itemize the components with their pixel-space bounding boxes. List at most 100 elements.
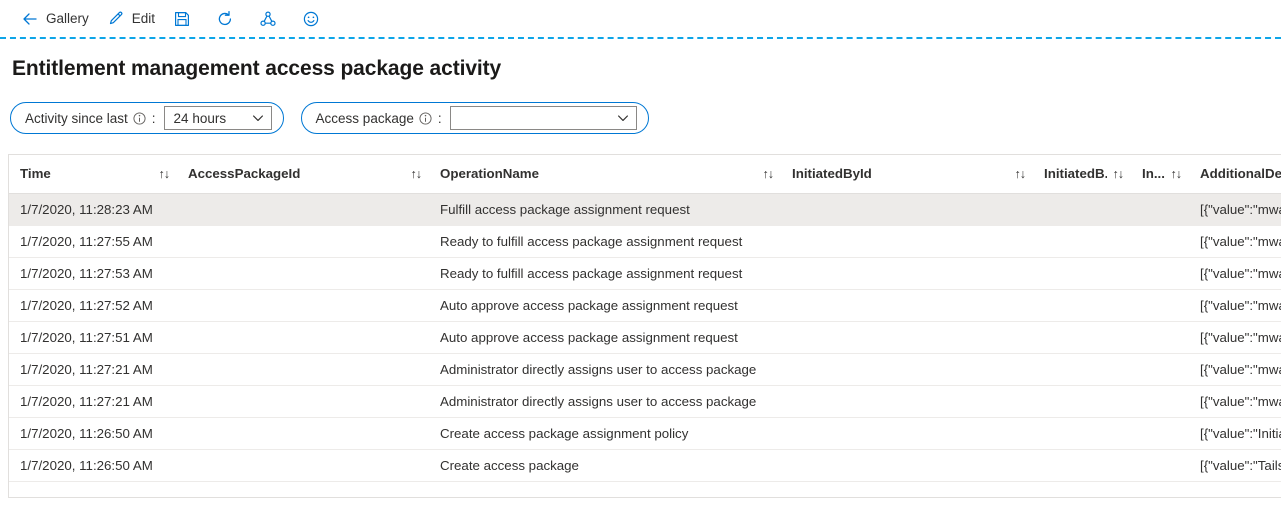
table-row[interactable]: 1/7/2020, 11:27:53 AMReady to fulfill ac… (9, 257, 1281, 289)
cell-in (1131, 353, 1189, 385)
chevron-down-icon (251, 111, 265, 125)
table-row[interactable]: 1/7/2020, 11:27:52 AM Auto approve access… (9, 289, 1281, 321)
table-row[interactable]: 1/7/2020, 11:28:23 AM Fulfill access pack… (9, 193, 1281, 225)
cell-opname: Ready to fulfill access package assignme… (429, 257, 781, 289)
cell-time: 1/7/2020, 11:27:21 AM (9, 353, 177, 385)
sort-icon[interactable]: ↑↓ (1171, 167, 1182, 181)
cell-opname: Create access package assignment policy (429, 417, 781, 449)
access-package-label: Access package (316, 111, 414, 126)
filter-activity-since-last[interactable]: Activity since last : 24 hours (10, 102, 284, 134)
cell-addl: [{"value":"mwah (1189, 257, 1281, 289)
activity-since-last-dropdown[interactable]: 24 hours (164, 106, 272, 130)
info-icon[interactable] (133, 112, 146, 125)
cell-initb2 (1033, 449, 1131, 481)
sort-icon[interactable]: ↑↓ (159, 167, 170, 181)
refresh-button[interactable] (207, 3, 250, 35)
cell-initb2 (1033, 193, 1131, 225)
cell-in (1131, 257, 1189, 289)
column-header-operationname[interactable]: OperationName ↑↓ (429, 155, 781, 193)
cell-initby (781, 417, 1033, 449)
sort-icon[interactable]: ↑↓ (1015, 167, 1026, 181)
gallery-label: Gallery (46, 12, 89, 26)
cell-initby (781, 225, 1033, 257)
feedback-button[interactable] (293, 3, 336, 35)
activity-table-container: Time ↑↓ AccessPackageId ↑↓ OperationName… (8, 154, 1281, 498)
table-row[interactable]: 1/7/2020, 11:27:55 AM Ready to fulfill ac… (9, 225, 1281, 257)
filter-bar: Activity since last : 24 hours Access pa… (0, 81, 1281, 134)
cell-opname: Auto approve access package assignment r… (429, 289, 781, 321)
cell-addl: [{"value":"Initial (1189, 417, 1281, 449)
filter-access-package[interactable]: Access package : (301, 102, 649, 134)
share-button[interactable] (250, 3, 293, 35)
cell-initb2 (1033, 321, 1131, 353)
cell-initb2 (1033, 257, 1131, 289)
table-row[interactable]: 1/7/2020, 11:26:50 AMCreate access packa… (9, 417, 1281, 449)
column-header-initiatedb-truncated-label: InitiatedB... (1044, 166, 1107, 181)
cell-apid (177, 417, 429, 449)
cell-in (1131, 321, 1189, 353)
sort-icon[interactable]: ↑↓ (763, 167, 774, 181)
cell-apid (177, 385, 429, 417)
gallery-back-button[interactable]: Gallery (12, 3, 98, 35)
edit-label: Edit (132, 12, 155, 26)
column-header-accesspackageid[interactable]: AccessPackageId ↑↓ (177, 155, 429, 193)
cell-in (1131, 193, 1189, 225)
cell-time: 1/7/2020, 11:28:23 AM (9, 193, 177, 225)
cell-initby (781, 289, 1033, 321)
column-header-time-label: Time (20, 166, 51, 181)
info-icon[interactable] (419, 112, 432, 125)
column-header-additionaldetails-label: AdditionalDeta (1200, 166, 1281, 181)
cell-in (1131, 449, 1189, 481)
share-icon (259, 10, 277, 28)
cell-opname: Administrator directly assigns user to a… (429, 353, 781, 385)
column-header-accesspackageid-label: AccessPackageId (188, 166, 300, 181)
cell-apid (177, 289, 429, 321)
table-body: 1/7/2020, 11:28:23 AM Fulfill access pack… (9, 193, 1281, 481)
cell-opname: Fulfill access package assignment reques… (429, 193, 781, 225)
access-package-dropdown[interactable] (450, 106, 637, 130)
column-header-time[interactable]: Time ↑↓ (9, 155, 177, 193)
column-header-initiatedbyid-label: InitiatedById (792, 166, 872, 181)
pencil-icon (107, 10, 125, 28)
save-button[interactable] (164, 3, 207, 35)
table-header-row: Time ↑↓ AccessPackageId ↑↓ OperationName… (9, 155, 1281, 193)
cell-initby (781, 321, 1033, 353)
sort-icon[interactable]: ↑↓ (1113, 167, 1124, 181)
table-row[interactable]: 1/7/2020, 11:27:21 AM Administrator direc… (9, 353, 1281, 385)
column-header-in-truncated[interactable]: In... ↑↓ (1131, 155, 1189, 193)
cell-initby (781, 449, 1033, 481)
cell-apid (177, 353, 429, 385)
table-row[interactable]: 1/7/2020, 11:27:51 AMAuto approve access… (9, 321, 1281, 353)
feedback-smiley-icon (302, 10, 320, 28)
column-header-initiatedbyid[interactable]: InitiatedById ↑↓ (781, 155, 1033, 193)
cell-time: 1/7/2020, 11:27:21 AM (9, 385, 177, 417)
table-row[interactable]: 1/7/2020, 11:27:21 AM Administrator direc… (9, 385, 1281, 417)
column-header-operationname-label: OperationName (440, 166, 539, 181)
cell-addl: [{"value":"mwah (1189, 385, 1281, 417)
cell-opname: Ready to fulfill access package assignme… (429, 225, 781, 257)
cell-apid (177, 321, 429, 353)
cell-in (1131, 385, 1189, 417)
column-header-additionaldetails[interactable]: AdditionalDeta (1189, 155, 1281, 193)
cell-initby (781, 193, 1033, 225)
activity-since-last-label: Activity since last (25, 111, 128, 126)
cell-addl: [{"value":"mwah (1189, 353, 1281, 385)
cell-apid (177, 449, 429, 481)
cell-time: 1/7/2020, 11:27:52 AM (9, 289, 177, 321)
sort-icon[interactable]: ↑↓ (411, 167, 422, 181)
chevron-down-icon (616, 111, 630, 125)
cell-opname: Administrator directly assigns user to a… (429, 385, 781, 417)
access-package-colon: : (438, 111, 442, 126)
column-header-initiatedb-truncated[interactable]: InitiatedB... ↑↓ (1033, 155, 1131, 193)
edit-button[interactable]: Edit (98, 3, 164, 35)
cell-in (1131, 417, 1189, 449)
cell-time: 1/7/2020, 11:27:55 AM (9, 225, 177, 257)
activity-since-last-value: 24 hours (174, 111, 227, 126)
page-title: Entitlement management access package ac… (0, 39, 1281, 81)
cell-apid (177, 225, 429, 257)
table-row[interactable]: 1/7/2020, 11:26:50 AMCreate access packa… (9, 449, 1281, 481)
cell-addl: [{"value":"mwah (1189, 321, 1281, 353)
activity-colon: : (152, 111, 156, 126)
cell-in (1131, 225, 1189, 257)
cell-initb2 (1033, 385, 1131, 417)
